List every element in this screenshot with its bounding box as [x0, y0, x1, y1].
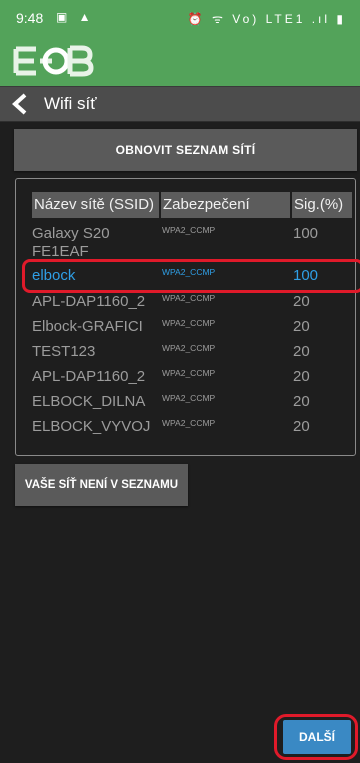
network-security: WPA2_CCMP [162, 267, 216, 277]
network-ssid: ELBOCK_DILNA [32, 393, 146, 410]
title-bar: Wifi síť [0, 86, 360, 122]
network-signal: 20 [293, 318, 310, 335]
network-signal: 20 [293, 368, 310, 385]
network-signal: 100 [293, 267, 319, 284]
notification-icons: ▣ ▲ [56, 10, 95, 24]
network-ssid: Galaxy S20 FE1EAF [32, 225, 110, 260]
system-status-icons: ⏰ ᯤ Vo) LTE1 .ıl ▮ [187, 12, 346, 26]
network-row[interactable]: TEST123 WPA2_CCMP 20 [32, 343, 352, 367]
page-title: Wifi síť [44, 94, 97, 113]
back-arrow-icon[interactable] [10, 93, 32, 115]
refresh-networks-button[interactable]: OBNOVIT SEZNAM SÍTÍ [14, 129, 357, 171]
network-security: WPA2_CCMP [162, 225, 216, 235]
header-security: Zabezpečení [161, 192, 290, 218]
network-ssid: TEST123 [32, 343, 96, 360]
network-security: WPA2_CCMP [162, 418, 216, 428]
network-ssid: APL-DAP1160_2 [32, 293, 146, 310]
network-row[interactable]: ELBOCK_VYVOJ WPA2_CCMP 20 [32, 418, 352, 442]
network-signal: 20 [293, 293, 310, 310]
logo-bar [0, 36, 360, 86]
network-not-listed-button[interactable]: VAŠE SÍŤ NENÍ V SEZNAMU [15, 464, 188, 506]
network-security: WPA2_CCMP [162, 343, 216, 353]
network-list: Název sítě (SSID) Zabezpečení Sig.(%) Ga… [15, 178, 360, 456]
network-signal: 20 [293, 418, 310, 435]
network-signal: 20 [293, 343, 310, 360]
network-row[interactable]: ELBOCK_DILNA WPA2_CCMP 20 [32, 393, 352, 417]
network-security: WPA2_CCMP [162, 368, 216, 378]
network-row[interactable]: Galaxy S20 FE1EAF WPA2_CCMP 100 [32, 225, 352, 260]
network-signal: 20 [293, 393, 310, 410]
header-ssid: Název sítě (SSID) [32, 192, 159, 218]
network-row[interactable]: Elbock-GRAFICI WPA2_CCMP 20 [32, 318, 352, 342]
header-signal: Sig.(%) [292, 192, 352, 218]
network-signal: 100 [293, 225, 319, 242]
network-list-header: Název sítě (SSID) Zabezpečení Sig.(%) [32, 192, 352, 218]
next-button[interactable]: DALŠÍ [283, 720, 351, 754]
network-ssid: elbock [32, 267, 76, 284]
network-row-selected[interactable]: elbock WPA2_CCMP 100 [22, 259, 360, 293]
network-row[interactable]: APL-DAP1160_2 WPA2_CCMP 20 [32, 293, 352, 317]
network-security: WPA2_CCMP [162, 393, 216, 403]
status-bar: 9:48 ▣ ▲ ⏰ ᯤ Vo) LTE1 .ıl ▮ [0, 0, 360, 36]
network-security: WPA2_CCMP [162, 293, 216, 303]
elbock-logo-icon [13, 45, 94, 77]
status-time: 9:48 [16, 10, 44, 26]
network-ssid: Elbock-GRAFICI [32, 318, 143, 335]
network-ssid: ELBOCK_VYVOJ [32, 418, 151, 435]
network-row[interactable]: APL-DAP1160_2 WPA2_CCMP 20 [32, 368, 352, 392]
network-ssid: APL-DAP1160_2 [32, 368, 146, 385]
network-security: WPA2_CCMP [162, 318, 216, 328]
